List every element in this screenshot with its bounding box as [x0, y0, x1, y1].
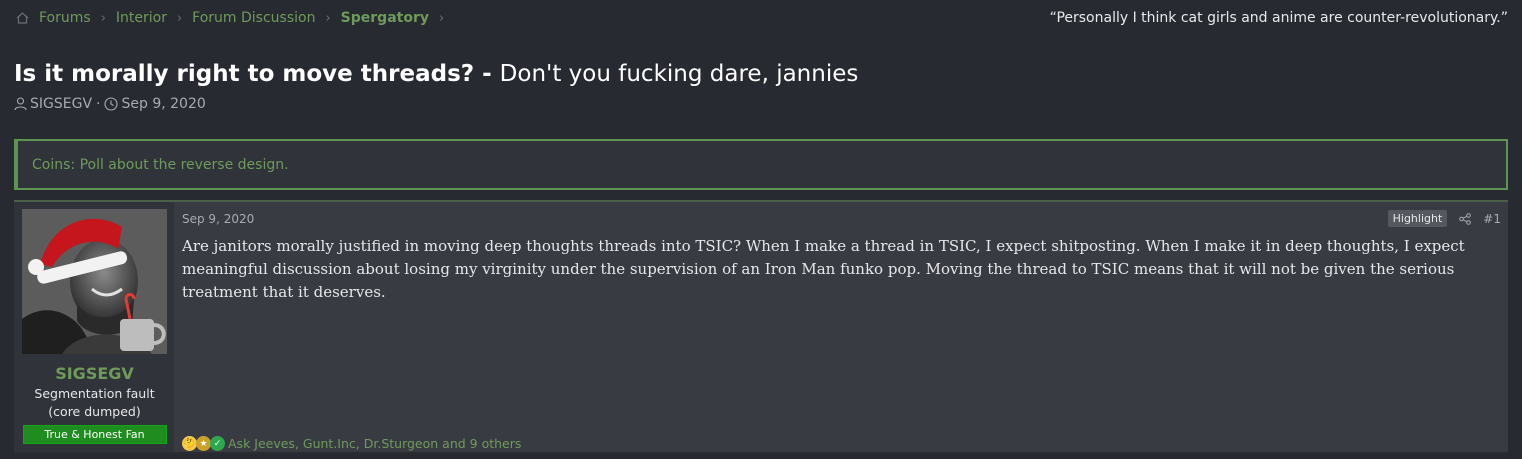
reactions-bar: 🤔 ★ ✓ Ask Jeeves, Gunt.Inc, Dr.Sturgeon …	[182, 436, 521, 451]
post-body: Are janitors morally justified in moving…	[182, 237, 1465, 301]
check-icon: ✓	[210, 436, 225, 451]
post-number[interactable]: #1	[1483, 212, 1501, 226]
thread-author[interactable]: SIGSEGV	[30, 96, 92, 112]
post-message: Sep 9, 2020 Highlight #1 Are janitors mo…	[182, 202, 1508, 452]
thread-date[interactable]: Sep 9, 2020	[121, 96, 205, 112]
post-user-title: Segmentation fault (core dumped)	[34, 386, 155, 419]
thread-meta: SIGSEGV · Sep 9, 2020	[14, 96, 1508, 112]
chevron-right-icon: ›	[325, 10, 331, 26]
medal-icon: ★	[196, 436, 211, 451]
user-icon	[14, 97, 27, 111]
home-icon[interactable]	[16, 12, 29, 24]
thread-title-sub: Don't you fucking dare, jannies	[499, 61, 859, 87]
post-date[interactable]: Sep 9, 2020	[182, 212, 254, 226]
thread-title: Is it morally right to move threads? - D…	[14, 58, 1508, 90]
breadcrumb-item-interior[interactable]: Interior	[116, 10, 167, 26]
post-username[interactable]: SIGSEGV	[22, 364, 167, 383]
meta-separator: ·	[96, 96, 101, 112]
breadcrumb: Forums › Interior › Forum Discussion › S…	[16, 10, 454, 26]
clock-icon	[104, 97, 119, 111]
post: SIGSEGV Segmentation fault (core dumped)…	[14, 200, 1508, 454]
post-actions: Highlight #1	[1387, 210, 1501, 227]
highlight-button[interactable]: Highlight	[1387, 210, 1448, 227]
reaction-icons[interactable]: 🤔 ★ ✓	[182, 436, 225, 451]
thread-title-prefix: Is it morally right to move threads? -	[14, 61, 492, 87]
chevron-right-icon: ›	[439, 10, 445, 26]
avatar[interactable]	[22, 209, 167, 354]
notice-text[interactable]: Coins: Poll about the reverse design.	[32, 157, 289, 173]
chevron-right-icon: ›	[100, 10, 106, 26]
thinking-face-icon: 🤔	[182, 436, 197, 451]
top-bar: Forums › Interior › Forum Discussion › S…	[0, 0, 1522, 36]
share-icon[interactable]	[1459, 212, 1472, 225]
breadcrumb-item-forum-discussion[interactable]: Forum Discussion	[192, 10, 315, 26]
chevron-right-icon: ›	[176, 10, 183, 26]
thread-header: Is it morally right to move threads? - D…	[14, 58, 1508, 112]
user-banner: True & Honest Fan	[22, 425, 167, 444]
header-quote: “Personally I think cat girls and anime …	[1049, 10, 1508, 26]
breadcrumb-item-spergatory[interactable]: Spergatory	[341, 10, 429, 26]
reactions-text[interactable]: Ask Jeeves, Gunt.Inc, Dr.Sturgeon and 9 …	[228, 436, 521, 451]
breadcrumb-item-forums[interactable]: Forums	[39, 10, 91, 26]
notice-banner: Coins: Poll about the reverse design.	[14, 139, 1508, 190]
post-user-column: SIGSEGV Segmentation fault (core dumped)…	[14, 202, 174, 452]
